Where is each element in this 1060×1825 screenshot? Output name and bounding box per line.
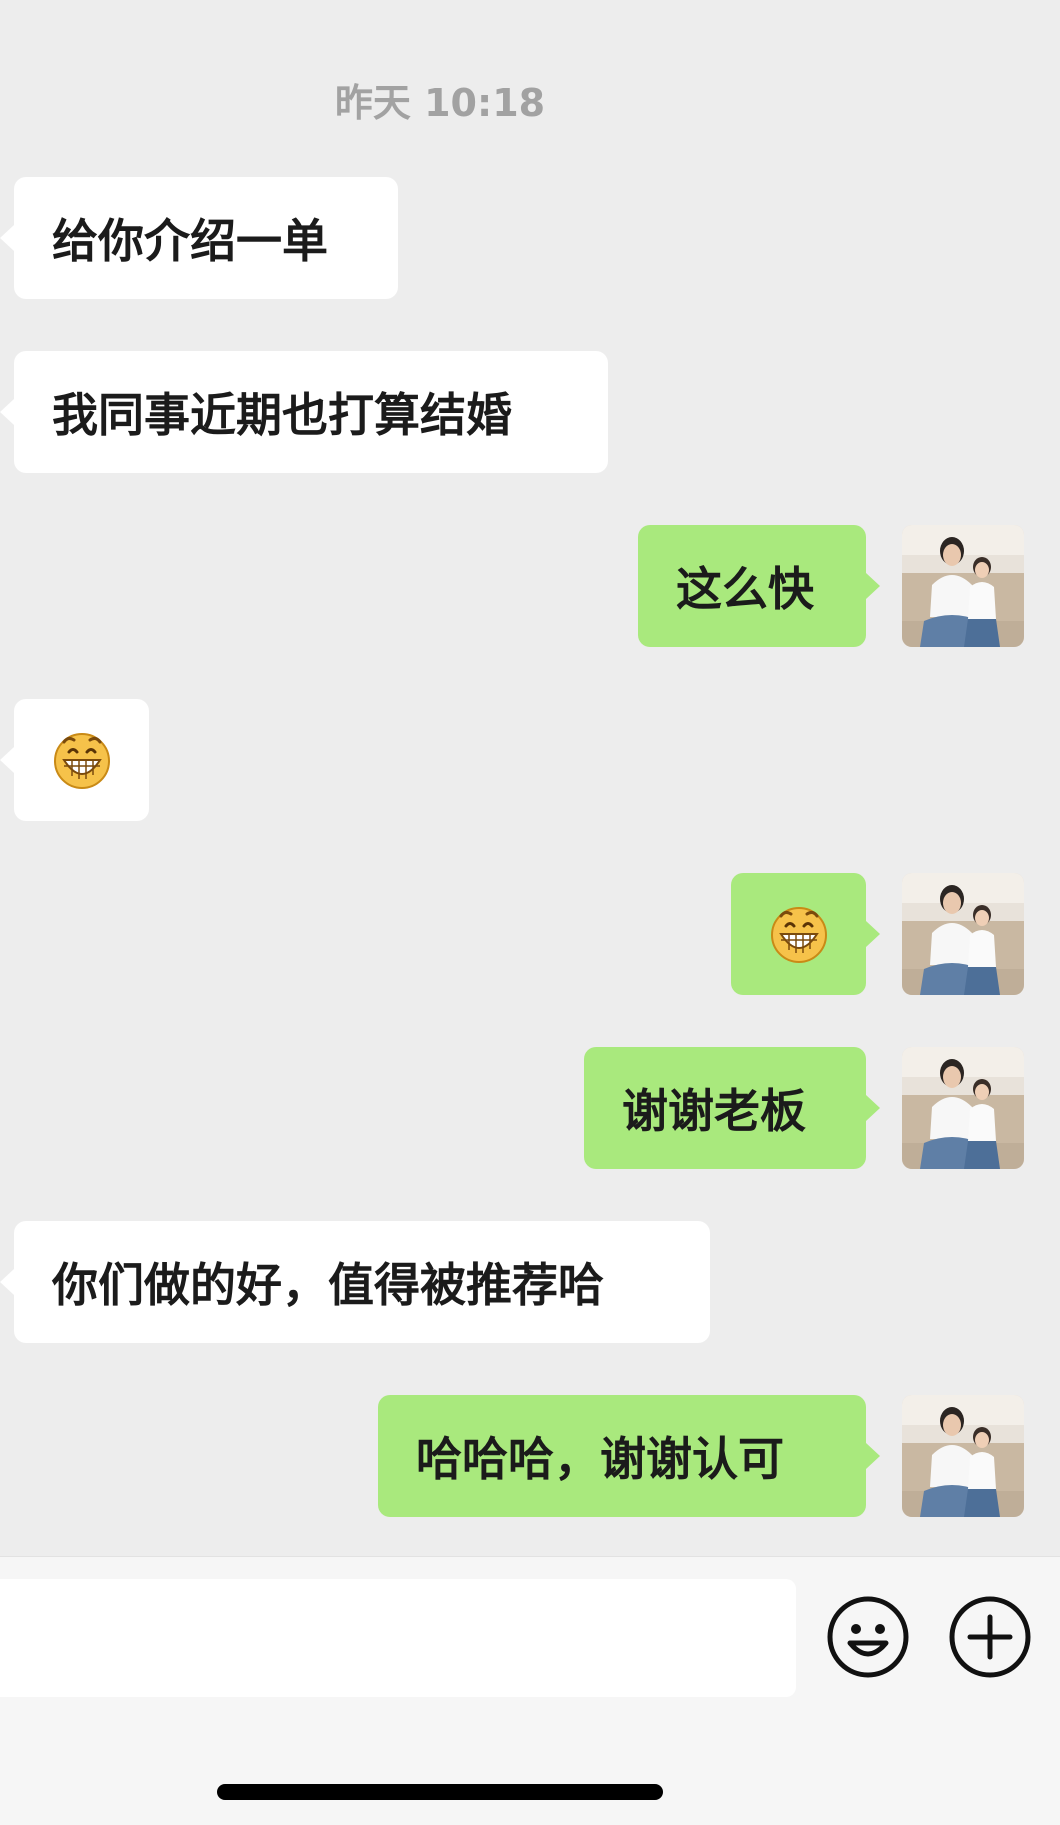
message-text: 哈哈哈，谢谢认可 <box>416 1432 784 1486</box>
outgoing-message-bubble[interactable] <box>731 873 880 995</box>
user-avatar[interactable] <box>902 1047 1024 1169</box>
outgoing-message-bubble[interactable]: 谢谢老板 <box>584 1047 880 1169</box>
user-avatar[interactable] <box>902 873 1024 995</box>
grinning-face-emoji <box>769 904 829 964</box>
message-text: 谢谢老板 <box>622 1084 806 1138</box>
incoming-message-bubble[interactable]: 给你介绍一单 <box>0 177 398 299</box>
grinning-face-emoji <box>52 730 112 790</box>
smiley-face-icon[interactable] <box>826 1595 910 1679</box>
chat-timestamp: 昨天 10:18 <box>334 81 546 125</box>
message-input[interactable] <box>0 1579 796 1697</box>
plus-circle-icon[interactable] <box>948 1595 1032 1679</box>
message-text: 给你介绍一单 <box>52 214 328 268</box>
outgoing-message-bubble[interactable]: 哈哈哈，谢谢认可 <box>378 1395 880 1517</box>
outgoing-message-bubble[interactable]: 这么快 <box>638 525 880 647</box>
incoming-message-bubble[interactable]: 你们做的好，值得被推荐哈 <box>0 1221 710 1343</box>
message-text: 这么快 <box>676 562 814 616</box>
user-avatar[interactable] <box>902 525 1024 647</box>
incoming-message-bubble[interactable] <box>0 699 149 821</box>
chat-message-area[interactable]: 昨天 10:18 给你介绍一单 我同事近期也打算结婚 这么快 谢谢老板 你们做的… <box>0 0 1060 1556</box>
incoming-message-bubble[interactable]: 我同事近期也打算结婚 <box>0 351 608 473</box>
message-text: 我同事近期也打算结婚 <box>52 388 512 442</box>
home-indicator[interactable] <box>217 1784 663 1800</box>
message-text: 你们做的好，值得被推荐哈 <box>52 1258 604 1312</box>
user-avatar[interactable] <box>902 1395 1024 1517</box>
